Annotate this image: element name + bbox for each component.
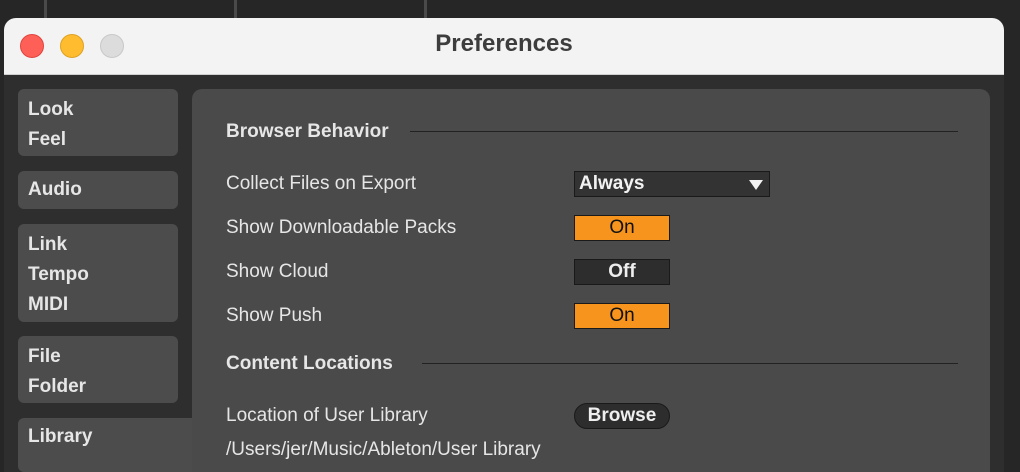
show-downloadable-packs-label: Show Downloadable Packs	[226, 217, 457, 238]
sidebar-item-label: Audio	[28, 179, 82, 200]
user-library-location-label: Location of User Library	[226, 405, 428, 426]
background-divider	[234, 0, 237, 18]
sidebar-item-label: Link	[28, 234, 68, 255]
section-divider	[410, 131, 958, 132]
collect-files-label: Collect Files on Export	[226, 173, 417, 194]
background-divider	[424, 0, 427, 18]
sidebar-item-label: Folder	[28, 376, 87, 397]
sidebar-item-label: Tempo	[28, 264, 89, 285]
preferences-content: Look Feel Audio Link Tempo MIDI File Fol…	[4, 75, 1004, 472]
sidebar-item-label: File	[28, 346, 61, 367]
section-header-content-locations: Content Locations	[226, 353, 393, 374]
sidebar-item-file-folder[interactable]: File Folder	[18, 336, 178, 403]
sidebar-item-library[interactable]: Library	[18, 418, 204, 472]
collect-files-dropdown[interactable]: Always	[574, 171, 770, 197]
browse-button[interactable]: Browse	[574, 403, 670, 429]
sidebar-item-label: Look	[28, 99, 74, 120]
chevron-down-icon	[749, 180, 763, 190]
background-divider	[44, 0, 47, 18]
show-push-toggle[interactable]: On	[574, 303, 670, 329]
sidebar-item-label: Library	[28, 426, 93, 447]
sidebar-item-audio[interactable]: Audio	[18, 171, 178, 209]
section-header-browser-behavior: Browser Behavior	[226, 121, 389, 142]
sidebar-item-label: MIDI	[28, 294, 69, 315]
preferences-window: Preferences Look Feel Audio Link Tempo M…	[4, 18, 1004, 472]
sidebar-item-label: Feel	[28, 129, 67, 150]
title-bar: Preferences	[4, 18, 1004, 75]
user-library-path: /Users/jer/Music/Ableton/User Library	[226, 439, 541, 460]
show-cloud-toggle[interactable]: Off	[574, 259, 670, 285]
window-title: Preferences	[435, 30, 573, 57]
show-push-label: Show Push	[226, 305, 323, 326]
library-settings-panel: Browser Behavior Collect Files on Export…	[192, 89, 990, 472]
sidebar-item-link-tempo-midi[interactable]: Link Tempo MIDI	[18, 224, 178, 322]
show-downloadable-packs-toggle[interactable]: On	[574, 215, 670, 241]
show-cloud-label: Show Cloud	[226, 261, 329, 282]
section-divider	[422, 363, 958, 364]
dropdown-value: Always	[579, 173, 645, 194]
sidebar-item-look-feel[interactable]: Look Feel	[18, 89, 178, 156]
